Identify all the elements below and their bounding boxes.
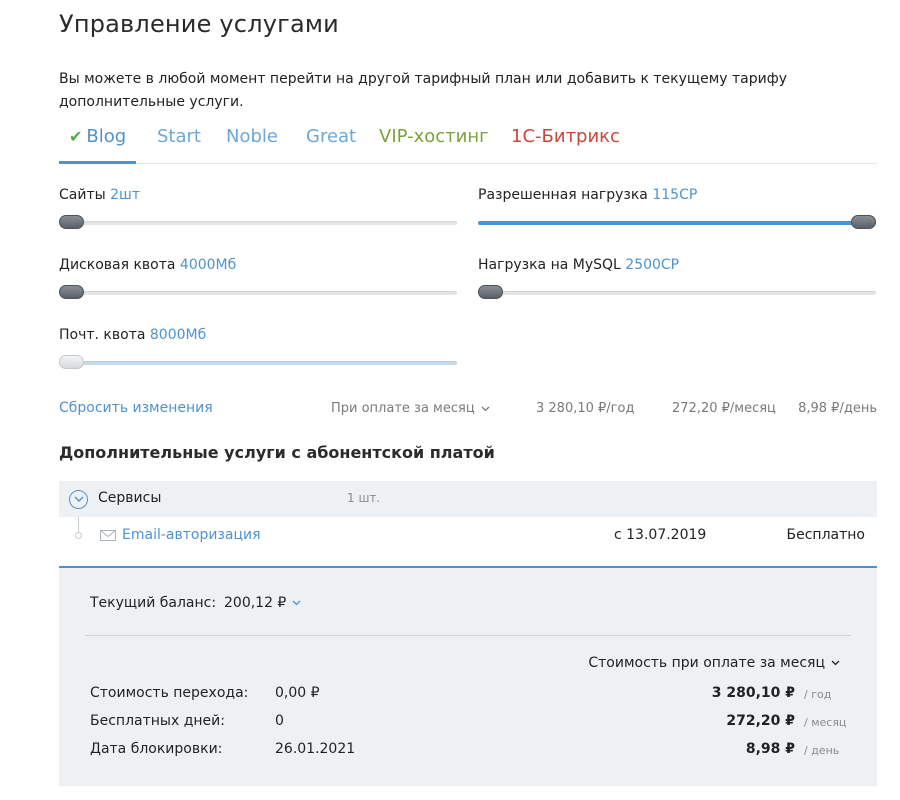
balance-label: Текущий баланс: [90, 595, 217, 611]
slider-sites: Сайты 2шт [59, 187, 457, 229]
period-select[interactable]: При оплате за месяц [331, 401, 490, 416]
slider-handle[interactable] [851, 215, 876, 229]
tab-label: 1С-Битрикс [511, 126, 620, 147]
tab-great[interactable]: Great [306, 126, 356, 164]
transition-cost-value: 0,00 ₽ [275, 685, 320, 701]
group-count: 1 шт. [347, 491, 381, 505]
slider-load-label: Разрешенная нагрузка 115CP [478, 187, 698, 203]
slider-sites-value: 2шт [110, 187, 140, 203]
slider-handle[interactable] [59, 215, 84, 229]
block-date-value: 26.01.2021 [275, 741, 356, 757]
total-unit-day: / день [804, 744, 840, 757]
slider-handle[interactable] [478, 285, 503, 299]
transition-cost-label: Стоимость перехода: [90, 685, 249, 701]
slider-fill [478, 221, 876, 225]
service-name-link[interactable]: Email-авторизация [122, 527, 261, 543]
tab-start[interactable]: Start [157, 126, 201, 164]
service-price: Бесплатно [786, 527, 865, 543]
cost-period-label: Стоимость при оплате за месяц [588, 655, 825, 671]
tariff-tabs: ✔ Blog Start Noble Great VIP-хостинг 1С-Б… [59, 122, 877, 164]
tab-label: VIP-хостинг [379, 126, 489, 147]
section-title: Дополнительные услуги с абонентской плат… [59, 443, 495, 462]
total-per-year: 3 280,10 ₽ [711, 685, 795, 701]
divider [85, 635, 851, 636]
total-unit-month: / месяц [804, 716, 847, 729]
slider-mysql-label: Нагрузка на MySQL 2500CP [478, 257, 680, 273]
slider-disk-label: Дисковая квота 4000Мб [59, 257, 237, 273]
service-date: с 13.07.2019 [614, 527, 707, 543]
tab-label: Noble [226, 126, 278, 147]
collapse-toggle[interactable] [69, 490, 88, 509]
tab-noble[interactable]: Noble [226, 126, 278, 164]
tab-label: Start [157, 126, 201, 147]
chevron-down-icon [831, 660, 840, 666]
slider-disk-value: 4000Мб [179, 257, 237, 273]
check-icon: ✔ [69, 127, 83, 146]
service-group-header[interactable]: Сервисы 1 шт. [59, 481, 877, 517]
chevron-down-icon [481, 406, 490, 411]
block-date-label: Дата блокировки: [90, 741, 223, 757]
total-per-day: 8,98 ₽ [745, 741, 795, 757]
chevron-down-icon [292, 600, 301, 606]
mail-icon [100, 530, 116, 541]
slider-track[interactable] [478, 291, 876, 295]
chevron-down-icon [74, 496, 84, 502]
reset-changes-link[interactable]: Сбросить изменения [59, 400, 213, 416]
slider-mysql-value: 2500CP [625, 257, 680, 273]
balance-value[interactable]: 200,12 ₽ [224, 595, 301, 611]
price-summary: Сбросить изменения При оплате за месяц 3… [59, 398, 877, 422]
tab-vip-hosting[interactable]: VIP-хостинг [379, 126, 489, 164]
slider-track[interactable] [59, 221, 457, 225]
slider-load: Разрешенная нагрузка 115CP [478, 187, 876, 229]
tab-label: Great [306, 126, 357, 147]
slider-mail-value: 8000Мб [149, 327, 207, 343]
price-per-day: 8,98 ₽/день [798, 401, 877, 416]
free-days-value: 0 [275, 713, 284, 729]
service-row: Email-авторизация с 13.07.2019 Бесплатно [59, 517, 877, 557]
free-days-label: Бесплатных дней: [90, 713, 225, 729]
slider-track[interactable] [59, 361, 457, 365]
slider-mysql: Нагрузка на MySQL 2500CP [478, 257, 876, 299]
price-per-month: 272,20 ₽/месяц [672, 401, 776, 416]
slider-load-value: 115CP [652, 187, 698, 203]
slider-handle[interactable] [59, 285, 84, 299]
tab-1c-bitrix[interactable]: 1С-Битрикс [511, 126, 620, 164]
period-label: При оплате за месяц [331, 401, 475, 416]
balance-amount: 200,12 ₽ [224, 595, 287, 611]
slider-handle[interactable] [59, 355, 84, 369]
balance-panel: Текущий баланс: 200,12 ₽ Стоимость при о… [59, 566, 877, 786]
group-name: Сервисы [98, 490, 162, 506]
slider-mail-label: Почт. квота 8000Мб [59, 327, 207, 343]
slider-disk: Дисковая квота 4000Мб [59, 257, 457, 299]
slider-track[interactable] [59, 291, 457, 295]
total-unit-year: / год [804, 688, 832, 701]
total-per-month: 272,20 ₽ [726, 713, 795, 729]
slider-mail: Почт. квота 8000Мб [59, 327, 457, 369]
tab-label: Blog [86, 126, 127, 147]
cost-period-select[interactable]: Стоимость при оплате за месяц [588, 655, 840, 671]
intro-text: Вы можете в любой момент перейти на друг… [59, 71, 787, 110]
slider-track[interactable] [478, 221, 876, 225]
slider-sites-label: Сайты 2шт [59, 187, 140, 203]
page-title: Управление услугами [59, 10, 339, 38]
price-per-year: 3 280,10 ₽/год [536, 401, 635, 416]
tab-blog[interactable]: ✔ Blog [59, 126, 137, 164]
